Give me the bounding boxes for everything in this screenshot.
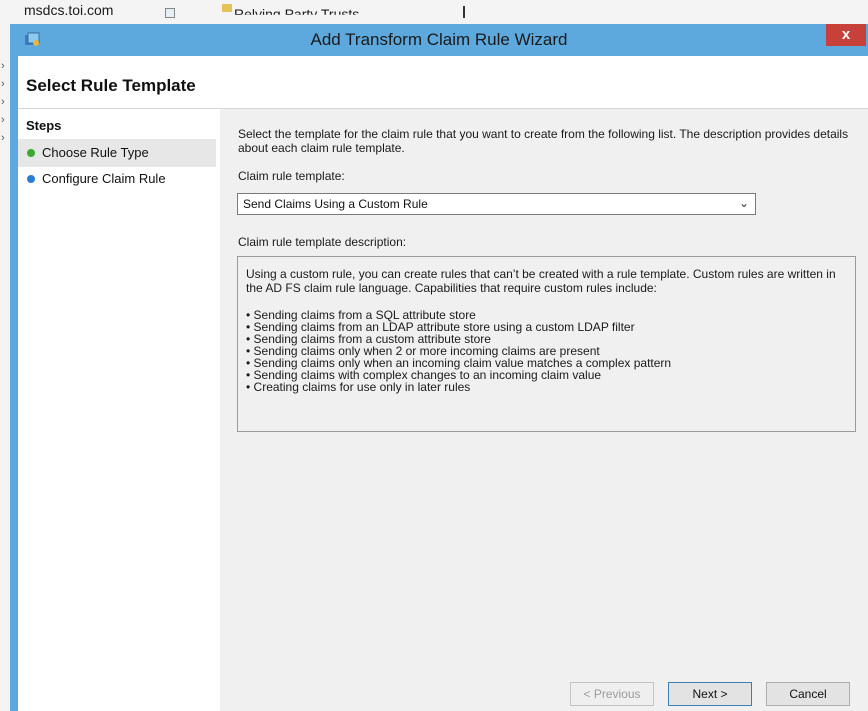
wizard-content: Select the template for the claim rule t… [220,109,868,711]
cancel-button[interactable]: Cancel [766,682,850,706]
background-domain-text: msdcs.toi.com [24,2,114,18]
background-item-icon [165,8,175,18]
status-dot-icon [27,149,35,157]
template-description-box: Using a custom rule, you can create rule… [237,256,856,432]
previous-button[interactable]: < Previous [570,682,654,706]
description-label: Claim rule template description: [238,235,407,249]
chevron-down-icon: ⌄ [738,196,749,210]
page-title: Select Rule Template [26,76,196,95]
chevron-right-icon: › [1,132,5,144]
chevron-right-icon: › [1,60,5,72]
intro-text: Select the template for the claim rule t… [238,127,849,155]
chevron-right-icon: › [1,96,5,108]
list-item: • Creating claims for use only in later … [246,380,471,394]
template-label: Claim rule template: [238,169,345,183]
claim-rule-template-dropdown[interactable]: Send Claims Using a Custom Rule ⌄ [237,193,756,215]
step-configure-claim-rule[interactable]: Configure Claim Rule [18,165,216,193]
next-button[interactable]: Next > [668,682,752,706]
wizard-window: Add Transform Claim Rule Wizard x Select… [10,24,868,711]
chevron-right-icon: › [1,114,5,126]
window-title: Add Transform Claim Rule Wizard [310,30,568,49]
step-label: Choose Rule Type [42,145,149,160]
description-text: Using a custom rule, you can create rule… [246,267,836,295]
step-label: Configure Claim Rule [42,171,166,186]
wizard-client-area: Select Rule Template Steps Choose Rule T… [18,56,868,711]
steps-pane: Steps Choose Rule Type Configure Claim R… [18,109,220,711]
folder-icon [222,4,232,12]
step-choose-rule-type[interactable]: Choose Rule Type [18,139,216,167]
status-dot-icon [27,175,35,183]
close-icon: x [841,26,851,43]
capabilities-list: • Sending claims from a SQL attribute st… [246,309,671,393]
template-selected-value: Send Claims Using a Custom Rule [243,197,428,211]
title-bar[interactable]: Add Transform Claim Rule Wizard x [10,24,868,56]
chevron-right-icon: › [1,78,5,90]
wizard-header: Select Rule Template [18,56,868,108]
steps-heading: Steps [26,118,62,133]
close-button[interactable]: x [826,24,866,46]
background-divider [463,6,465,18]
